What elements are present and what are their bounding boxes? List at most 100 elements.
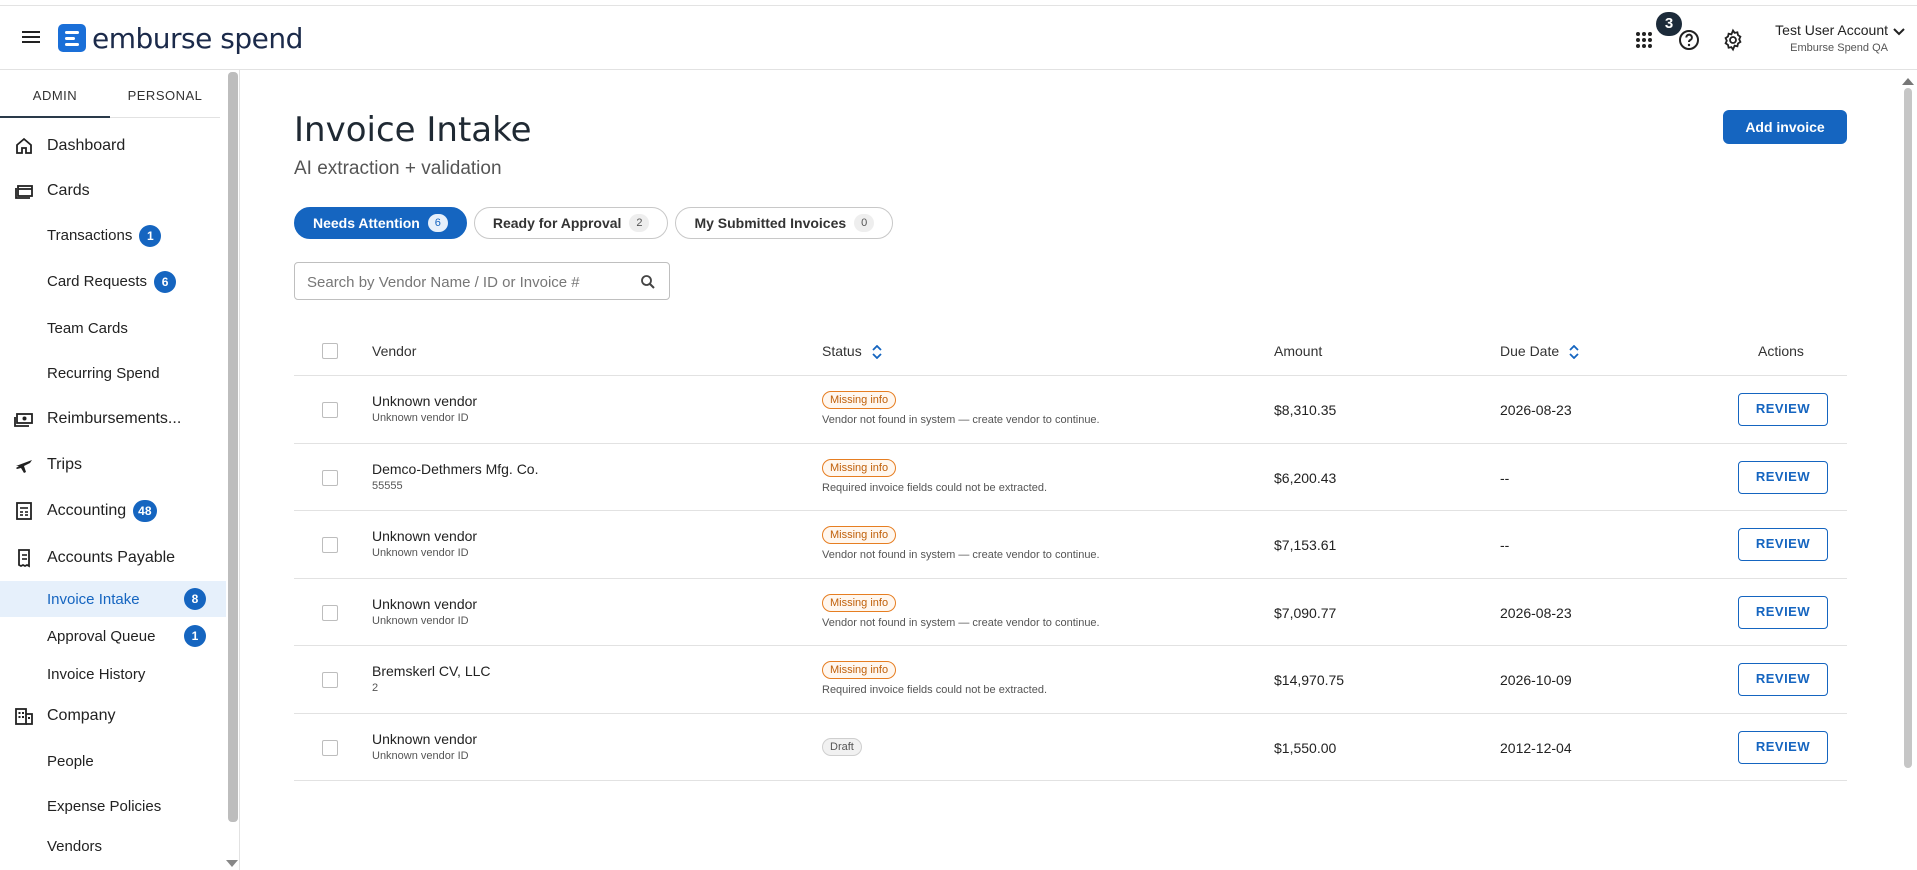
sidebar-item-dashboard[interactable]: Dashboard — [0, 128, 226, 164]
filter-tabs: Needs Attention 6 Ready for Approval 2 My … — [294, 207, 894, 239]
column-amount: Amount — [1274, 343, 1323, 359]
sidebar-item-accounting[interactable]: Accounting 48 — [0, 493, 226, 529]
review-button[interactable]: REVIEW — [1738, 460, 1828, 494]
top-header: emburse spend 3 Test User Account Emburs… — [0, 6, 1917, 70]
sidebar-item-invoice-intake[interactable]: Invoice Intake 8 — [0, 581, 226, 617]
role-tabs: ADMIN PERSONAL — [0, 70, 226, 118]
main-scrollbar[interactable] — [1904, 88, 1912, 768]
apps-grid-icon[interactable] — [1632, 28, 1656, 52]
filter-count-badge: 2 — [629, 214, 650, 232]
review-button[interactable]: REVIEW — [1738, 393, 1828, 426]
sidebar-scrollbar[interactable] — [228, 72, 238, 822]
sidebar-item-label: Card Requests 6 — [47, 271, 177, 293]
scroll-up-arrow-icon[interactable] — [1902, 78, 1914, 85]
cards-icon — [15, 185, 33, 199]
sidebar: ADMIN PERSONAL Dashboard Cards Transacti… — [0, 70, 240, 870]
filter-count-badge: 6 — [427, 214, 448, 232]
sidebar-item-trips[interactable]: Trips — [0, 447, 226, 483]
status-note: Required invoice fields could not be ext… — [822, 684, 1048, 696]
review-button[interactable]: REVIEW — [1738, 528, 1828, 561]
due-date: -- — [1500, 537, 1510, 553]
sidebar-item-invoice-history[interactable]: Invoice History — [0, 656, 226, 692]
tab-admin[interactable]: ADMIN — [0, 70, 110, 118]
filter-my-submitted-invoices[interactable]: My Submitted Invoices 0 — [675, 207, 894, 239]
vendor-id: Unknown vendor ID — [372, 614, 469, 627]
review-button[interactable]: REVIEW — [1738, 595, 1828, 629]
status-badge: Missing info — [822, 593, 897, 612]
vendor-id: 2 — [372, 682, 379, 694]
vendor-id: Unknown vendor ID — [372, 547, 469, 559]
invoice-table: Vendor Status Amount Due Date Actions Un… — [294, 326, 1847, 781]
column-status[interactable]: Status — [822, 343, 882, 360]
filter-needs-attention[interactable]: Needs Attention 6 — [294, 207, 467, 239]
page-subtitle: AI extraction + validation — [294, 158, 502, 179]
table-row: Unknown vendor Unknown vendor ID Draft $… — [294, 714, 1847, 781]
filter-ready-for-approval[interactable]: Ready for Approval 2 — [473, 207, 669, 239]
sidebar-item-cards[interactable]: Cards — [0, 173, 226, 209]
settings-gear-icon[interactable] — [1721, 28, 1745, 52]
column-due-date[interactable]: Due Date — [1500, 343, 1579, 360]
sidebar-item-expense-policies[interactable]: Expense Policies — [0, 788, 226, 824]
sidebar-item-label: Accounting 48 — [47, 500, 157, 522]
vendor-name: Bremskerl CV, LLC — [372, 663, 491, 679]
sidebar-item-transactions[interactable]: Transactions 1 — [0, 218, 226, 254]
vendor-name: Unknown vendor — [372, 730, 478, 747]
search-icon[interactable] — [640, 274, 656, 290]
status-note: Required invoice fields could not be ext… — [822, 481, 1048, 494]
amount: $1,550.00 — [1274, 739, 1337, 756]
row-checkbox[interactable] — [322, 739, 338, 756]
due-date: 2026-08-23 — [1500, 402, 1572, 418]
sidebar-item-company[interactable]: Company — [0, 698, 226, 734]
sidebar-item-reimbursements[interactable]: Reimbursements... — [0, 401, 226, 437]
account-org: Emburse Spend QA — [1790, 42, 1888, 54]
vendor-name: Unknown vendor — [372, 528, 478, 544]
add-invoice-button[interactable]: Add invoice — [1723, 110, 1847, 144]
invoice-intake-count-badge: 8 — [184, 588, 206, 610]
search-box — [294, 262, 670, 300]
row-checkbox[interactable] — [322, 604, 338, 621]
vendor-id: 55555 — [372, 479, 403, 492]
column-vendor: Vendor — [372, 343, 417, 359]
sidebar-item-team-cards[interactable]: Team Cards — [0, 310, 226, 346]
table-header: Vendor Status Amount Due Date Actions — [294, 326, 1847, 376]
emburse-spend-logo[interactable]: emburse spend — [58, 22, 303, 55]
sidebar-item-label: Transactions 1 — [47, 225, 162, 247]
logo-mark-icon — [58, 24, 86, 52]
amount: $7,153.61 — [1274, 537, 1337, 553]
row-checkbox[interactable] — [322, 402, 338, 418]
amount: $14,970.75 — [1274, 672, 1345, 688]
sidebar-item-approval-queue[interactable]: Approval Queue 1 — [0, 618, 226, 654]
due-date: -- — [1500, 469, 1510, 486]
help-icon[interactable] — [1677, 28, 1701, 52]
table-row: Unknown vendor Unknown vendor ID Missing… — [294, 579, 1847, 646]
sidebar-item-accounts-payable[interactable]: Accounts Payable — [0, 540, 226, 576]
status-badge: Missing info — [822, 526, 897, 544]
row-checkbox[interactable] — [322, 469, 338, 486]
main-content: Invoice Intake AI extraction + validatio… — [241, 70, 1901, 870]
accounting-count-badge: 48 — [133, 500, 157, 522]
row-checkbox[interactable] — [322, 537, 338, 553]
review-button[interactable]: REVIEW — [1738, 730, 1828, 764]
table-row: Demco-Dethmers Mfg. Co. 55555 Missing in… — [294, 444, 1847, 511]
review-button[interactable]: REVIEW — [1738, 663, 1828, 696]
sidebar-item-people[interactable]: People — [0, 743, 226, 779]
sidebar-item-card-requests[interactable]: Card Requests 6 — [0, 264, 226, 300]
select-all-checkbox[interactable] — [322, 343, 338, 359]
due-date: 2012-12-04 — [1500, 739, 1572, 756]
tab-personal[interactable]: PERSONAL — [110, 70, 220, 118]
sort-icon[interactable] — [1569, 345, 1579, 360]
approval-queue-count-badge: 1 — [184, 625, 206, 647]
table-row: Unknown vendor Unknown vendor ID Missing… — [294, 376, 1847, 444]
scroll-down-arrow-icon[interactable] — [226, 860, 238, 867]
menu-icon[interactable] — [20, 28, 44, 48]
sidebar-item-recurring-spend[interactable]: Recurring Spend — [0, 355, 226, 391]
sidebar-item-vendors[interactable]: Vendors — [0, 828, 226, 864]
sort-icon[interactable] — [871, 345, 882, 360]
row-checkbox[interactable] — [322, 672, 338, 688]
search-input[interactable] — [307, 271, 627, 293]
page-title: Invoice Intake — [294, 110, 532, 150]
card-requests-count-badge: 6 — [154, 271, 177, 293]
home-icon — [16, 137, 32, 154]
amount: $7,090.77 — [1274, 604, 1337, 621]
account-menu[interactable]: Test User Account Emburse Spend QA — [1768, 22, 1908, 54]
